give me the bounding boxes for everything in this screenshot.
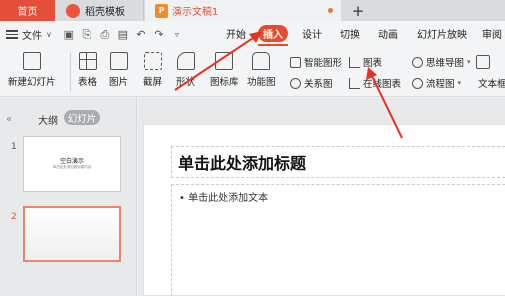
tab-home[interactable]: 首页 xyxy=(0,0,55,21)
relation-chart-button[interactable]: 关系图 xyxy=(290,76,333,90)
thumbnail-subtitle: 单击此处添加副标题内容 xyxy=(52,165,92,169)
outline-tab[interactable]: 大纲 xyxy=(38,112,58,127)
icon-library-icon xyxy=(215,52,234,70)
flow-chart-label: 流程图 xyxy=(426,79,455,90)
shape-label: 形状 xyxy=(176,77,196,88)
flow-chart-icon xyxy=(412,77,423,89)
customize-toolbar-icon[interactable]: ▿ xyxy=(170,28,184,42)
new-slide-label: 新建幻灯片 xyxy=(8,77,56,88)
tab-design[interactable]: 设计 xyxy=(302,26,322,41)
menu-bar: 文件 ∨ ▣ ⎘ ⎙ ▤ ↶ ↷ ▿ 开始 插入 设计 切换 动画 幻灯片放映 … xyxy=(0,21,505,47)
picture-label: 图片 xyxy=(109,77,129,88)
flow-chart-button[interactable]: 流程图 ▾ xyxy=(412,76,461,90)
new-slide-icon xyxy=(22,52,41,70)
tab-transition[interactable]: 切换 xyxy=(340,26,360,41)
chevron-down-icon: ▾ xyxy=(467,58,471,66)
tab-templates[interactable]: 稻壳模板 xyxy=(58,0,144,21)
online-chart-button[interactable]: 在线图表 xyxy=(349,76,401,90)
new-slide-button[interactable]: 新建幻灯片 xyxy=(8,52,56,88)
smart-shape-button[interactable]: 智能图形 xyxy=(290,55,342,69)
tab-document-label: 演示文稿1 xyxy=(172,7,219,18)
tab-insert[interactable]: 插入 xyxy=(258,25,288,42)
online-chart-icon xyxy=(349,77,360,89)
window-tab-bar: 首页 稻壳模板 P 演示文稿1 + xyxy=(0,0,505,21)
slides-tab[interactable]: 幻灯片 xyxy=(64,110,100,125)
print-icon[interactable]: ⎙ xyxy=(98,28,112,42)
smart-shape-label: 智能图形 xyxy=(304,58,343,69)
bar-chart-icon xyxy=(349,56,360,68)
new-tab-button[interactable]: + xyxy=(348,0,368,21)
shape-button[interactable]: 形状 xyxy=(176,52,195,88)
icon-library-label: 图标库 xyxy=(210,77,239,88)
print-preview-icon[interactable]: ▤ xyxy=(116,28,130,42)
function-chart-icon xyxy=(252,52,271,70)
picture-icon xyxy=(109,52,128,70)
tab-slideshow[interactable]: 幻灯片放映 xyxy=(417,26,467,41)
undo-icon[interactable]: ↶ xyxy=(134,28,148,42)
chevron-down-icon: ▾ xyxy=(457,79,462,87)
title-placeholder-text: 单击此处添加标题 xyxy=(178,154,307,173)
file-menu[interactable]: 文件 xyxy=(22,27,42,42)
export-pdf-icon[interactable]: ⎘ xyxy=(80,28,94,42)
screenshot-label: 截屏 xyxy=(143,77,163,88)
slide-thumbnail-2[interactable] xyxy=(23,206,121,262)
screenshot-icon xyxy=(143,52,162,70)
screenshot-button[interactable]: 截屏 xyxy=(143,52,162,88)
tab-review[interactable]: 审阅 xyxy=(482,26,502,41)
slide-number-1: 1 xyxy=(11,142,17,152)
function-chart-button[interactable]: 功能图 xyxy=(247,52,276,88)
tab-animation[interactable]: 动画 xyxy=(378,26,398,41)
thumbnail-title: 空白演示 xyxy=(59,158,84,165)
tab-home-label: 首页 xyxy=(17,7,38,18)
slide-thumbnail-1[interactable]: 空白演示 单击此处添加副标题内容 xyxy=(23,136,121,192)
mind-map-label: 思维导图 xyxy=(426,58,465,69)
table-label: 表格 xyxy=(78,77,98,88)
tab-start[interactable]: 开始 xyxy=(226,26,246,41)
text-box-icon xyxy=(476,55,490,69)
shape-icon xyxy=(176,52,195,70)
save-icon[interactable]: ▣ xyxy=(62,28,76,42)
table-button[interactable]: 表格 xyxy=(78,52,97,88)
unsaved-dot-icon xyxy=(328,8,333,13)
plus-icon: + xyxy=(351,1,365,20)
mind-map-icon xyxy=(412,56,423,68)
slide-number-2: 2 xyxy=(11,212,17,222)
mind-map-button[interactable]: 思维导图 ▾ xyxy=(412,55,471,69)
text-box-label: 文本框 xyxy=(478,79,505,90)
insert-ribbon: 新建幻灯片 表格 图片 截屏 形状 图标库 功能图 智能图形 图表 思维导图 ▾ xyxy=(0,47,505,97)
collapse-panel-icon[interactable]: « xyxy=(6,114,12,125)
function-chart-label: 功能图 xyxy=(247,77,276,88)
tab-document[interactable]: P 演示文稿1 xyxy=(145,0,341,21)
slide-thumbnail-panel xyxy=(0,98,137,296)
docer-logo-icon xyxy=(66,3,80,18)
text-box-label-wrap[interactable]: 文本框 xyxy=(478,76,505,90)
chart-label: 图表 xyxy=(363,58,383,69)
ribbon-divider xyxy=(70,53,71,91)
tab-templates-label: 稻壳模板 xyxy=(85,7,125,18)
body-placeholder-text: • 单击此处添加文本 xyxy=(179,193,269,204)
smart-shape-icon xyxy=(290,56,301,68)
relation-chart-icon xyxy=(290,77,301,89)
hamburger-menu-icon[interactable] xyxy=(6,30,18,39)
redo-icon[interactable]: ↷ xyxy=(152,28,166,42)
active-tab-indicator xyxy=(258,44,288,46)
online-chart-label: 在线图表 xyxy=(363,79,402,90)
picture-button[interactable]: 图片 xyxy=(109,52,128,88)
icon-library-button[interactable]: 图标库 xyxy=(210,52,239,88)
relation-chart-label: 关系图 xyxy=(304,79,333,90)
text-box-button[interactable] xyxy=(476,55,493,69)
presentation-file-icon: P xyxy=(155,3,168,18)
chart-button[interactable]: 图表 xyxy=(349,55,382,69)
table-icon xyxy=(78,52,97,70)
chevron-down-icon[interactable]: ∨ xyxy=(46,30,52,39)
